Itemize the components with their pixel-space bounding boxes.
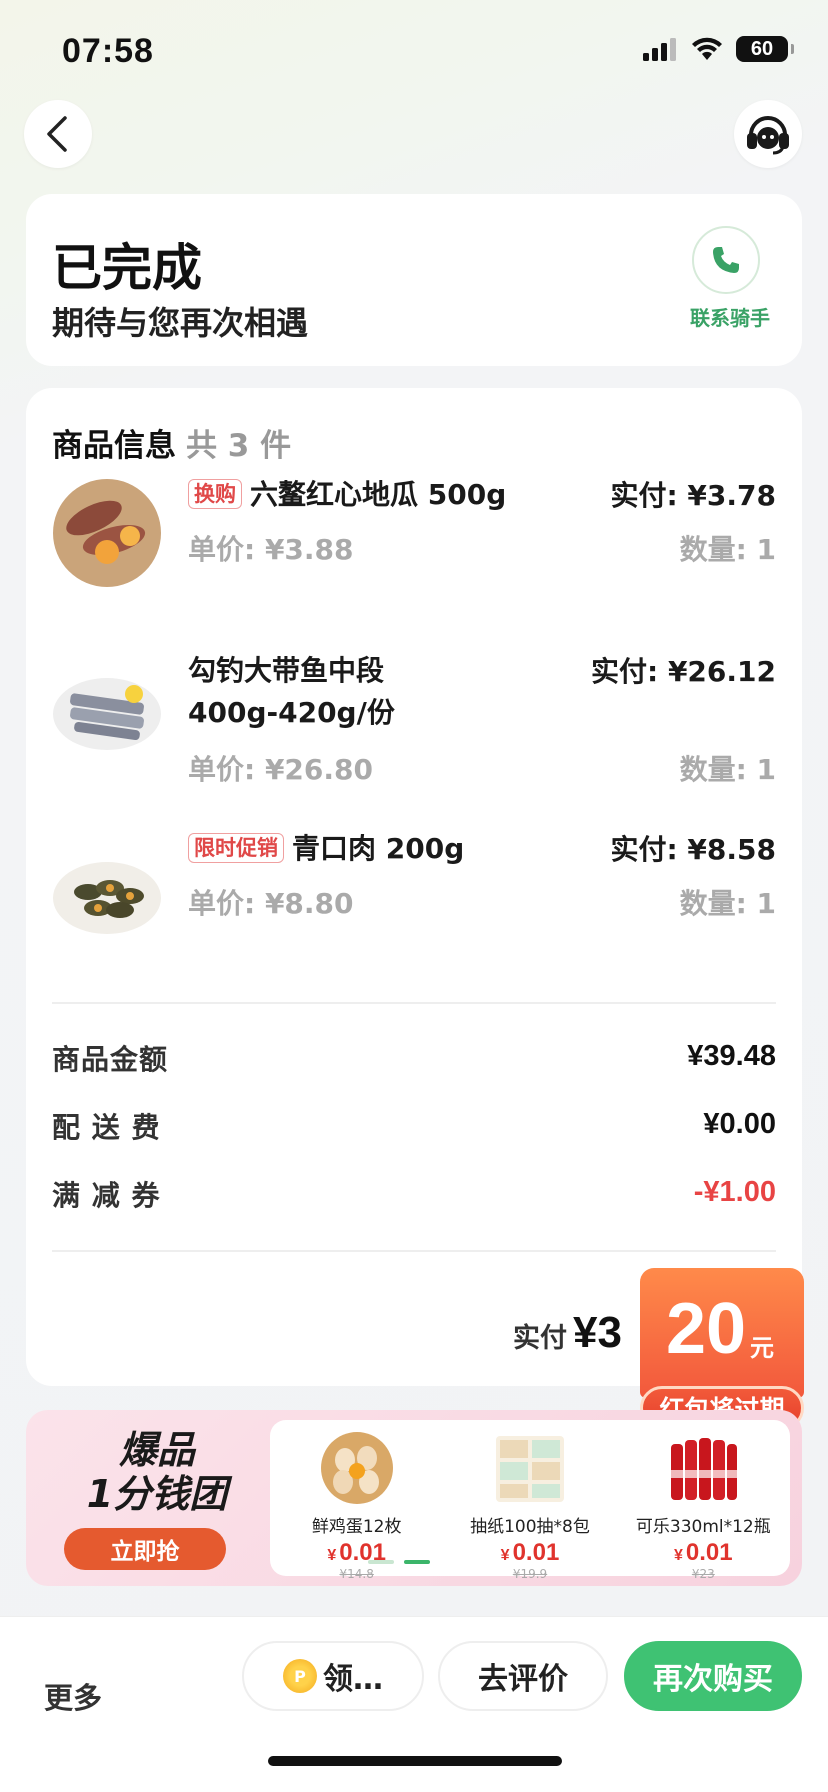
promo-product[interactable]: 鲜鸡蛋12枚 ¥0.01 ¥14.8	[270, 1420, 443, 1581]
goods-item-paid: 实付: ¥8.58	[610, 833, 776, 866]
promo-product-original-price: ¥14.8	[339, 1567, 374, 1581]
red-packet-amount: 20	[666, 1289, 747, 1369]
wifi-icon	[692, 37, 722, 60]
promo-product-list: 鲜鸡蛋12枚 ¥0.01 ¥14.8 抽纸100抽*8包 ¥0.01 ¥19.9	[270, 1420, 790, 1581]
goods-item-unit-price: 单价: ¥8.80	[188, 887, 354, 920]
cellular-signal-icon	[643, 38, 676, 61]
order-status-subtitle: 期待与您再次相遇	[52, 304, 309, 342]
goods-item-qty: 数量: 1	[679, 753, 776, 786]
back-button[interactable]	[24, 100, 92, 168]
promo-product-original-price: ¥23	[691, 1567, 715, 1581]
status-time: 07:58	[62, 32, 154, 70]
eggs-image	[320, 1432, 393, 1504]
order-status-title: 已完成	[52, 239, 202, 297]
total-paid-value: ¥3	[573, 1308, 622, 1357]
goods-header: 商品信息共 3 件	[52, 420, 291, 465]
goods-item-qty: 数量: 1	[679, 887, 776, 920]
goods-item-unit-price: 单价: ¥3.88	[188, 533, 354, 566]
more-button[interactable]: 更多	[44, 1675, 102, 1717]
status-icons: 60	[642, 36, 794, 62]
promo-product-price-value: 0.01	[685, 1539, 733, 1566]
coin-icon: P	[283, 1659, 317, 1693]
delivery-fee-label: 配 送 费	[52, 1111, 161, 1144]
promo-title-line2: 1分钱团	[86, 1472, 228, 1516]
customer-service-button[interactable]	[734, 100, 802, 168]
promo-product[interactable]: 可乐330ml*12瓶 ¥0.01 ¥23	[617, 1420, 790, 1581]
coupon-discount-value: -¥1.00	[693, 1176, 776, 1208]
cola-bottles-image	[669, 1438, 740, 1500]
home-indicator	[268, 1756, 562, 1766]
hairtail-fish-image	[53, 678, 161, 750]
divider	[52, 1250, 776, 1252]
total-paid-label: 实付	[513, 1323, 568, 1354]
total-paid: 实付 ¥3	[513, 1308, 622, 1358]
mussel-image	[53, 862, 161, 934]
battery-icon: 60	[736, 36, 794, 62]
goods-item-qty: 数量: 1	[679, 533, 776, 566]
promo-product-currency: ¥	[500, 1547, 510, 1564]
promo-product-price: ¥0.01	[617, 1539, 790, 1567]
goods-amount-value: ¥39.48	[687, 1040, 776, 1072]
promo-product-currency: ¥	[327, 1547, 337, 1564]
tissue-pack-image	[495, 1436, 564, 1502]
contact-rider-button[interactable]	[692, 226, 760, 294]
goods-item-paid: 实付: ¥3.78	[610, 479, 776, 512]
promo-title-line1: 爆品	[118, 1428, 195, 1472]
sweet-potato-image	[53, 479, 161, 587]
buy-again-button[interactable]: 再次购买	[624, 1641, 802, 1711]
goods-item-paid: 实付: ¥26.12	[591, 655, 776, 688]
promo-product-original-price: ¥19.9	[512, 1567, 548, 1581]
promo-pagination	[368, 1560, 430, 1564]
promo-product-price-value: 0.01	[512, 1539, 560, 1566]
promo-product-name: 可乐330ml*12瓶	[635, 1517, 771, 1537]
promo-product-currency: ¥	[674, 1547, 683, 1564]
goods-header-title: 商品信息	[52, 428, 176, 464]
goods-item-name: 勾钓大带鱼中段 400g-420g/份	[188, 650, 395, 734]
claim-points-label: 领…	[323, 1662, 383, 1697]
goods-info-card: 商品信息共 3 件 换购 六鳌红心地瓜 500g 单价: ¥3.88 实付: ¥3…	[26, 388, 802, 1386]
headset-icon	[747, 116, 789, 155]
goods-item-tag: 限时促销	[188, 833, 284, 863]
promo-title: 爆品 1分钱团	[72, 1428, 242, 1516]
grab-now-button[interactable]: 立即抢	[64, 1528, 226, 1570]
promo-product-price: ¥0.01	[443, 1539, 616, 1567]
goods-item-title: 勾钓大带鱼中段	[188, 654, 385, 687]
goods-item-title-line2: 400g-420g/份	[188, 696, 395, 729]
goods-item-unit-price: 单价: ¥26.80	[188, 753, 373, 786]
red-packet-unit: 元	[750, 1334, 774, 1362]
order-status-card: 已完成 期待与您再次相遇 联系骑手	[26, 194, 802, 366]
claim-points-button[interactable]: P 领…	[242, 1641, 424, 1711]
phone-icon	[713, 247, 739, 273]
promo-product[interactable]: 抽纸100抽*8包 ¥0.01 ¥19.9	[443, 1420, 616, 1581]
divider	[52, 1002, 776, 1004]
goods-count: 共 3 件	[186, 428, 292, 464]
goods-item-title: 青口肉 200g	[292, 832, 465, 865]
goods-item-name: 换购 六鳌红心地瓜 500g	[188, 474, 506, 516]
review-button[interactable]: 去评价	[438, 1641, 608, 1711]
goods-amount-label: 商品金额	[52, 1043, 169, 1076]
goods-item-tag: 换购	[188, 479, 242, 509]
chevron-left-icon	[47, 116, 67, 152]
contact-rider-label[interactable]: 联系骑手	[690, 302, 770, 331]
delivery-fee-value: ¥0.00	[703, 1108, 776, 1140]
promo-product-name: 抽纸100抽*8包	[470, 1517, 590, 1537]
goods-item-name: 限时促销 青口肉 200g	[188, 828, 464, 870]
goods-item-title: 六鳌红心地瓜 500g	[250, 478, 507, 511]
coupon-discount-label: 满 减 券	[52, 1179, 161, 1212]
promo-page-dot-active	[404, 1560, 430, 1564]
promo-page-dot	[368, 1560, 394, 1564]
promo-product-name: 鲜鸡蛋12枚	[311, 1517, 402, 1537]
